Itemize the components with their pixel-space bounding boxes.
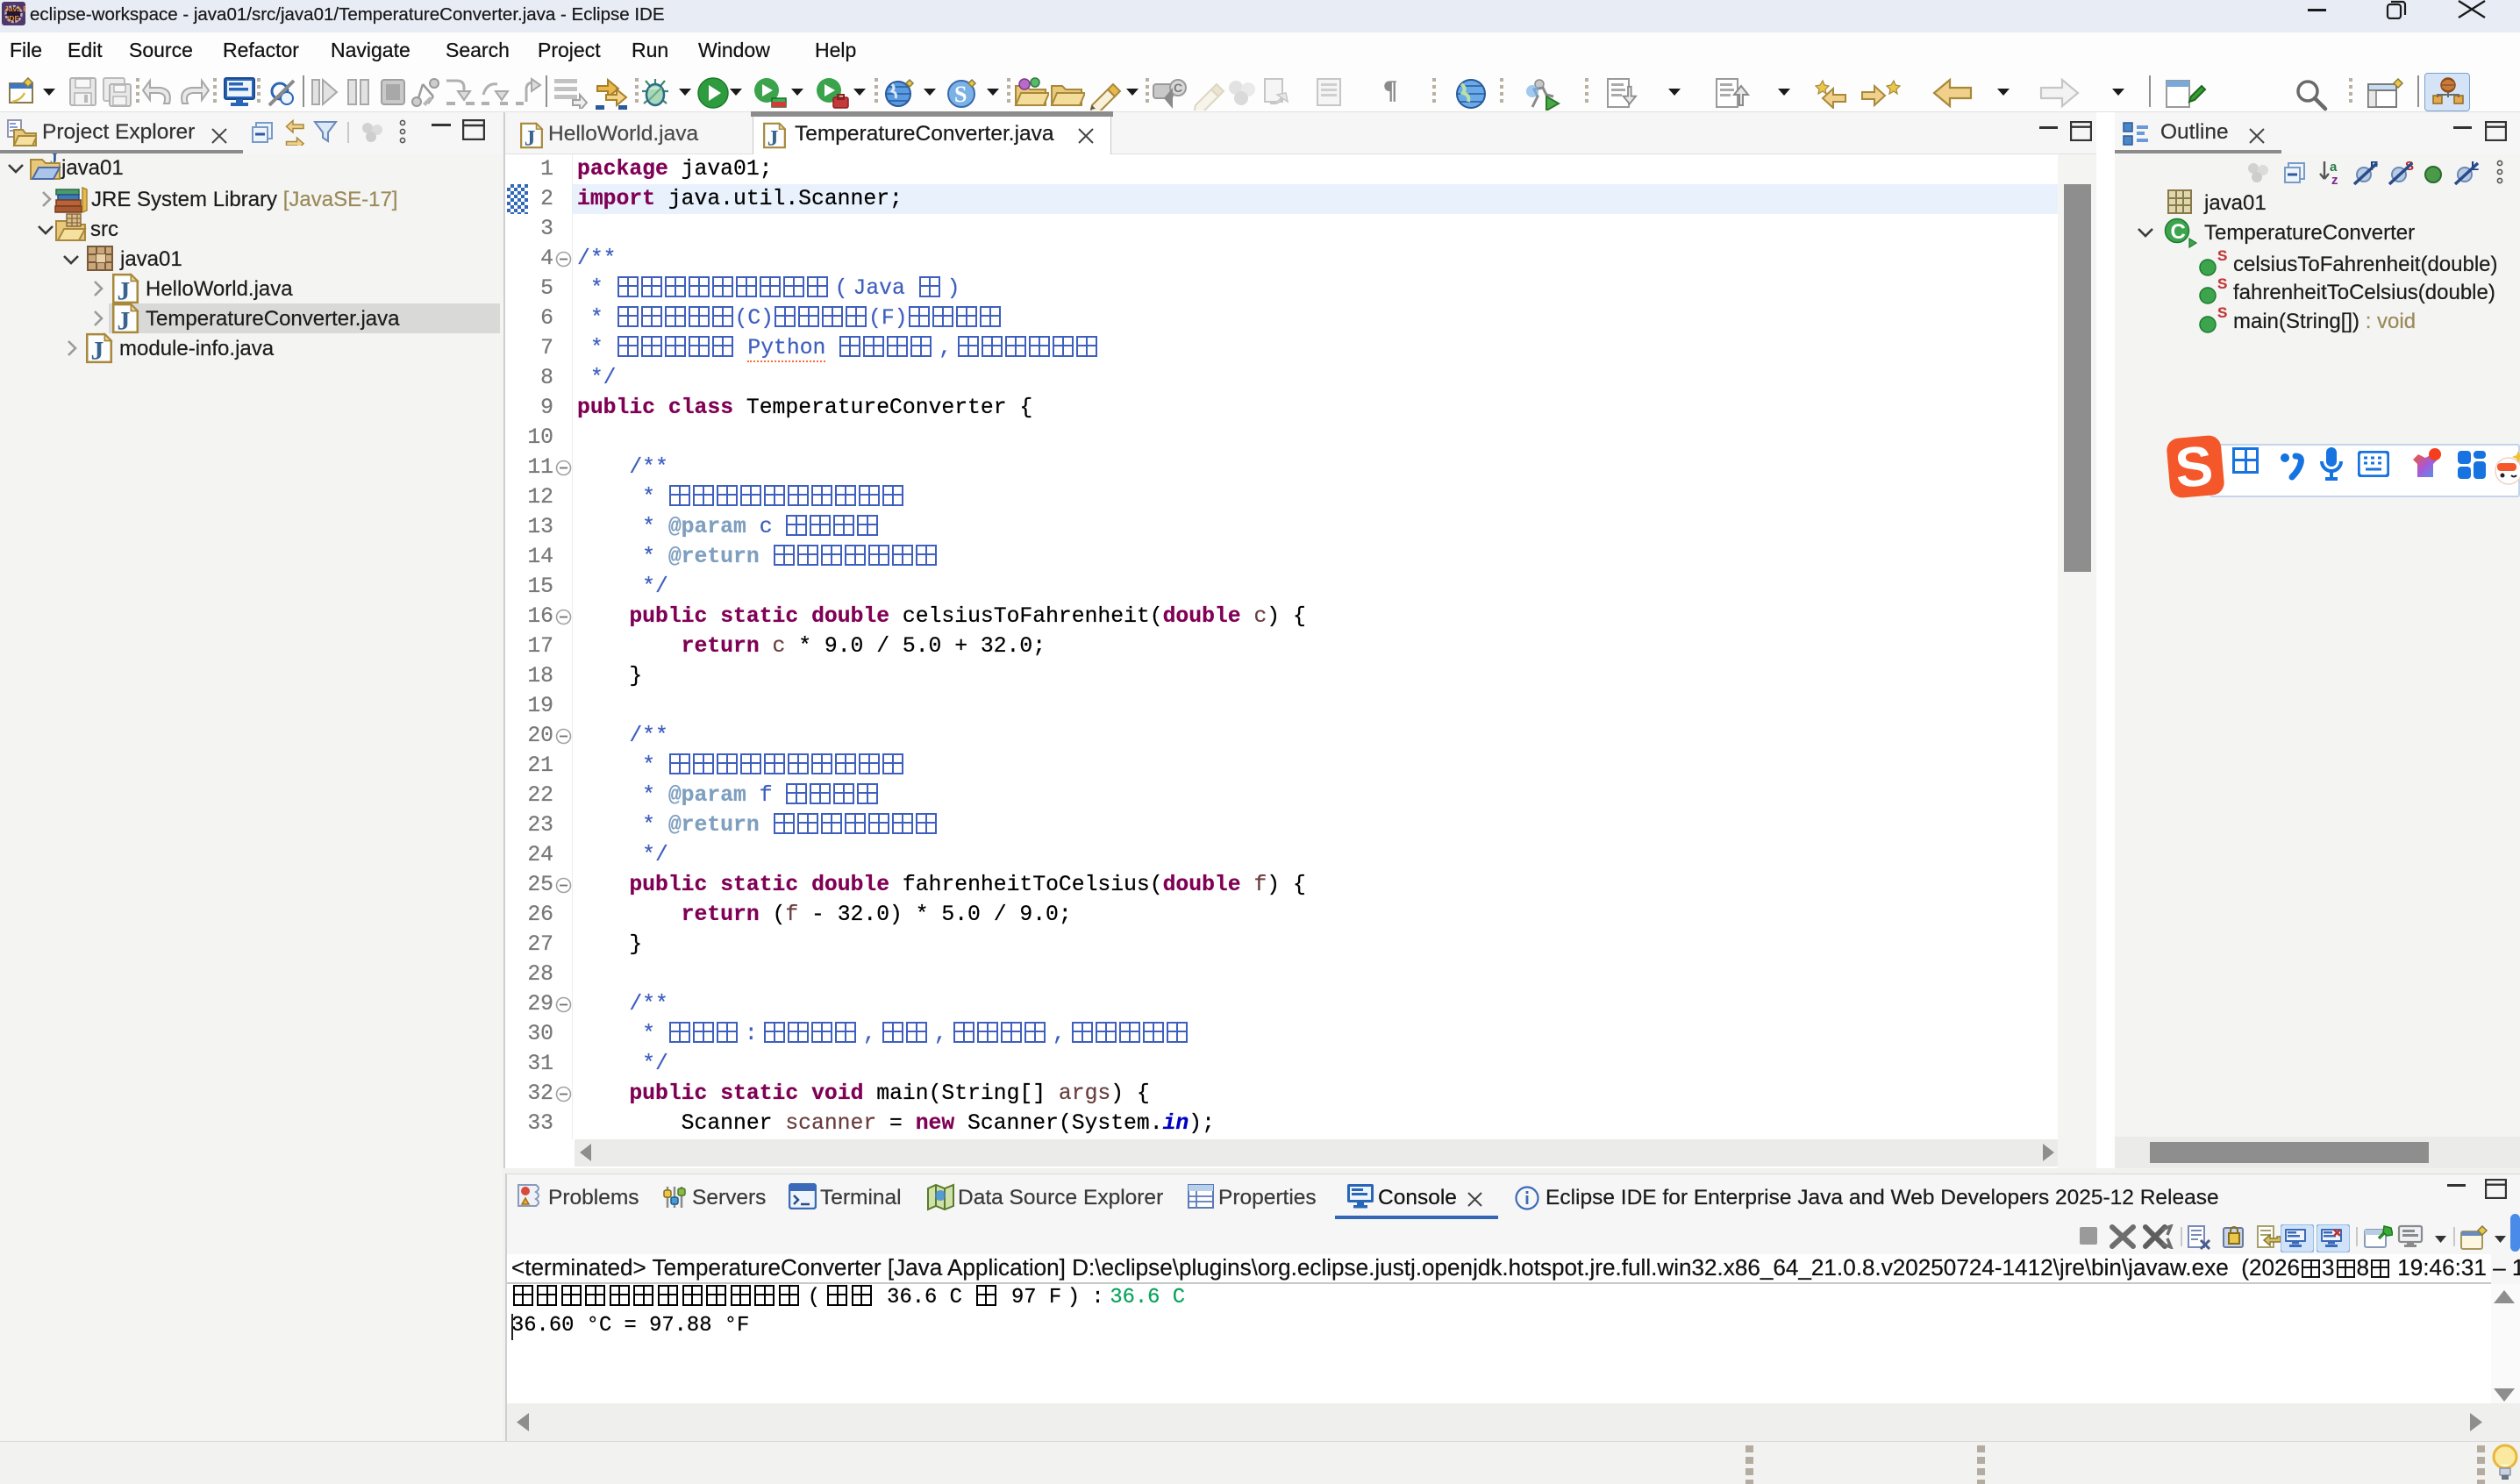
svg-text:S: S bbox=[2173, 433, 2216, 499]
svg-text:z: z bbox=[2331, 173, 2338, 186]
svg-text:C: C bbox=[1174, 81, 1182, 95]
svg-text:J: J bbox=[90, 338, 104, 364]
svg-text:J: J bbox=[767, 125, 779, 149]
svg-text:C: C bbox=[2171, 220, 2186, 244]
svg-text:J: J bbox=[117, 278, 130, 304]
svg-text:J: J bbox=[525, 125, 536, 149]
svg-text:J: J bbox=[117, 308, 130, 334]
svg-text:S: S bbox=[954, 82, 967, 107]
svg-text:Java EE: Java EE bbox=[4, 4, 25, 13]
svg-text:IDE: IDE bbox=[7, 14, 20, 23]
